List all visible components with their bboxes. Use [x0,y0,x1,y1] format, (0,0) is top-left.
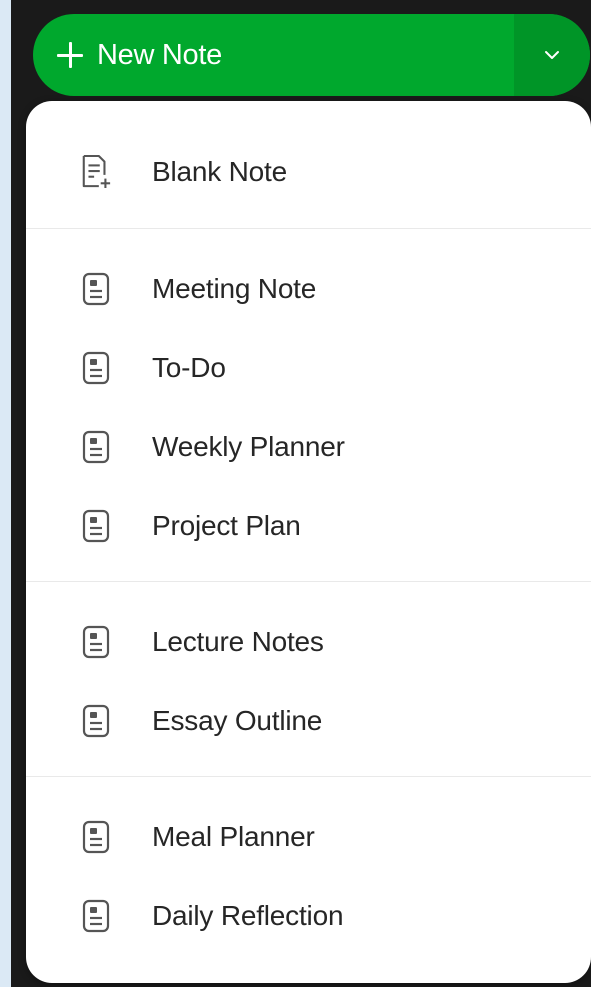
template-icon [80,898,112,934]
menu-item-label: Lecture Notes [152,625,324,657]
chevron-down-icon [545,51,559,59]
template-icon [80,350,112,386]
menu-item-meeting-note[interactable]: Meeting Note [26,249,591,328]
menu-item-label: Project Plan [152,509,301,541]
menu-item-lecture-notes[interactable]: Lecture Notes [26,602,591,681]
new-note-label: New Note [97,38,222,71]
menu-item-essay-outline[interactable]: Essay Outline [26,681,591,760]
menu-group-school: Lecture Notes Essay Outline [26,602,591,760]
menu-group-personal: Meal Planner Daily Reflection [26,797,591,955]
menu-item-blank-note[interactable]: Blank Note [26,132,591,212]
menu-item-label: Weekly Planner [152,430,345,462]
new-note-button[interactable]: New Note [33,14,514,96]
menu-item-meal-planner[interactable]: Meal Planner [26,797,591,876]
template-icon [80,429,112,465]
menu-group-blank: Blank Note [26,132,591,212]
menu-item-daily-reflection[interactable]: Daily Reflection [26,876,591,955]
menu-item-label: Meeting Note [152,272,317,304]
menu-item-to-do[interactable]: To-Do [26,328,591,407]
menu-item-label: To-Do [152,351,226,383]
template-icon [80,508,112,544]
menu-item-label: Meal Planner [152,820,315,852]
menu-item-label: Daily Reflection [152,899,344,931]
menu-group-work: Meeting Note To-Do Weekly Planner Projec… [26,249,591,565]
template-icon [80,703,112,739]
plus-icon [57,42,83,68]
menu-item-label: Essay Outline [152,704,323,736]
new-note-split-button: New Note [33,14,590,96]
template-icon [80,624,112,660]
template-icon [80,819,112,855]
template-icon [80,271,112,307]
blank-note-icon [80,154,112,190]
menu-item-project-plan[interactable]: Project Plan [26,486,591,565]
new-note-menu: Blank Note Meeting Note To-Do Weekly Pla… [26,101,591,983]
menu-item-label: Blank Note [152,156,287,187]
menu-item-weekly-planner[interactable]: Weekly Planner [26,407,591,486]
